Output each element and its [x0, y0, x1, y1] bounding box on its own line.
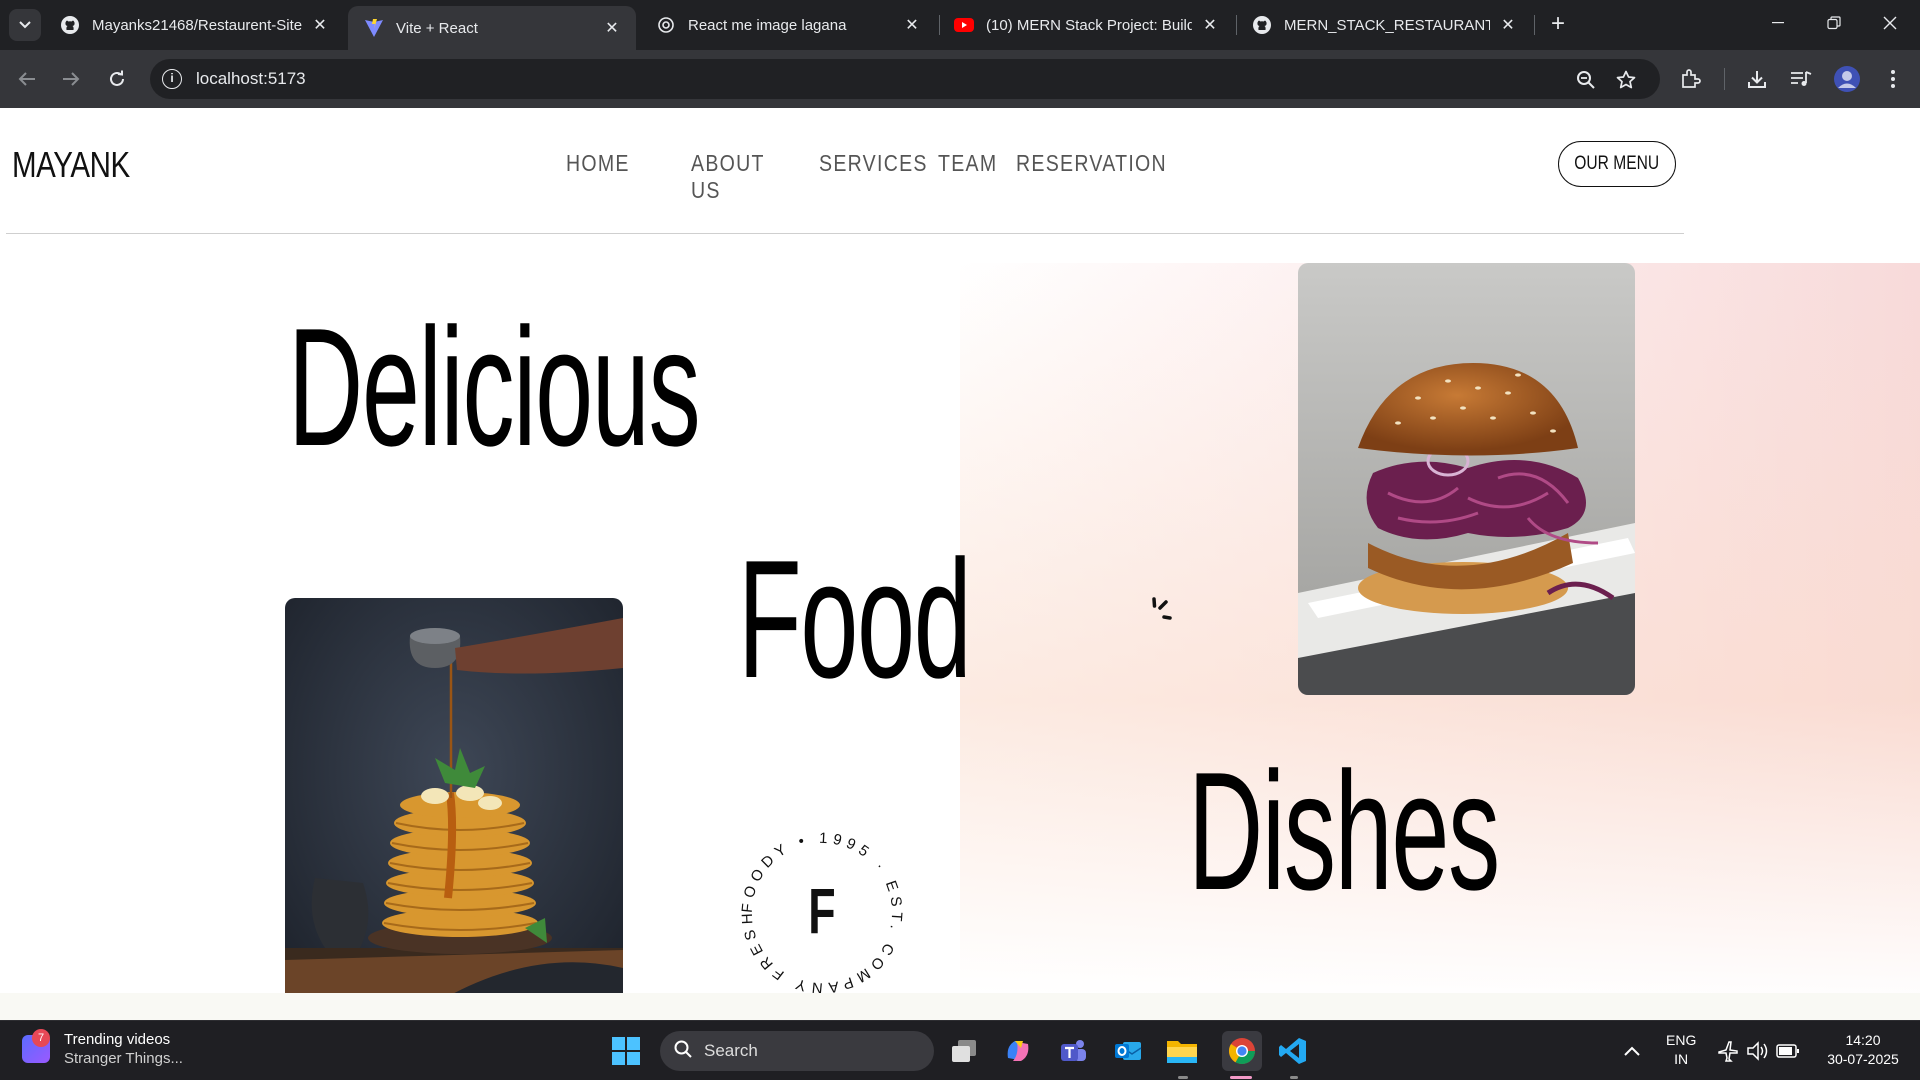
- tab-title: (10) MERN Stack Project: Build a: [986, 16, 1192, 34]
- zoom-icon[interactable]: [1574, 68, 1598, 92]
- tab-react-image[interactable]: React me image lagana ✕: [640, 0, 936, 50]
- new-tab-button[interactable]: +: [1544, 11, 1572, 39]
- our-menu-button[interactable]: OUR MENU: [1558, 141, 1676, 187]
- tab-separator: [1534, 15, 1535, 35]
- search-placeholder: Search: [704, 1041, 758, 1060]
- file-explorer-icon[interactable]: [1166, 1035, 1198, 1067]
- language-indicator[interactable]: ENG IN: [1666, 1031, 1696, 1069]
- language-code: ENG: [1666, 1032, 1697, 1048]
- extensions-icon[interactable]: [1678, 66, 1704, 92]
- nav-home[interactable]: HOME: [566, 150, 672, 204]
- widgets-icon: 7: [22, 1029, 50, 1063]
- tab-title: Mayanks21468/Restaurent-Site: [92, 16, 302, 34]
- region-code: IN: [1674, 1051, 1689, 1067]
- stamp-letter: F: [808, 875, 835, 947]
- url-text[interactable]: localhost:5173: [196, 69, 306, 89]
- address-bar[interactable]: i localhost:5173: [150, 59, 1660, 99]
- site-header: MAYANK HOME ABOUT US SERVICES TEAM RESER…: [6, 108, 1684, 234]
- browser-tab-bar: Mayanks21468/Restaurent-Site ✕ Vite + Re…: [0, 0, 1920, 50]
- nav-reservation[interactable]: RESERVATION: [1016, 150, 1166, 204]
- site-logo[interactable]: MAYANK: [12, 144, 130, 186]
- nav-services[interactable]: SERVICES: [819, 150, 926, 204]
- chevron-up-icon[interactable]: [1616, 1035, 1648, 1067]
- tab-title: MERN_STACK_RESTAURANT_RE: [1284, 16, 1490, 34]
- reload-icon[interactable]: [102, 64, 132, 94]
- vite-icon: [364, 18, 384, 38]
- tab-github-restaurant[interactable]: Mayanks21468/Restaurent-Site ✕: [44, 0, 344, 50]
- media-control-icon[interactable]: [1788, 66, 1814, 92]
- browser-toolbar: i localhost:5173: [0, 50, 1920, 108]
- forward-arrow-icon[interactable]: [56, 64, 86, 94]
- vscode-running-indicator: [1290, 1076, 1298, 1079]
- close-icon[interactable]: ✕: [902, 15, 922, 35]
- site-info-icon[interactable]: i: [162, 69, 182, 89]
- clock[interactable]: 14:20 30-07-2025: [1818, 1031, 1908, 1069]
- chatgpt-icon: [656, 15, 676, 35]
- chrome-icon[interactable]: [1222, 1031, 1262, 1071]
- volume-icon[interactable]: [1742, 1035, 1774, 1067]
- search-icon: [674, 1040, 692, 1063]
- hero-word-delicious: Delicious: [288, 293, 701, 481]
- teams-icon[interactable]: [1057, 1035, 1089, 1067]
- windows-start-icon[interactable]: [610, 1035, 642, 1067]
- widget-subtitle: Stranger Things...: [64, 1050, 183, 1067]
- kebab-menu-icon[interactable]: [1880, 66, 1906, 92]
- main-nav: HOME ABOUT US SERVICES TEAM RESERVATION: [566, 150, 1166, 204]
- windows-taskbar: 7 Trending videos Stranger Things... Sea…: [0, 1020, 1920, 1080]
- battery-icon[interactable]: [1772, 1035, 1804, 1067]
- tab-search-button[interactable]: [9, 9, 41, 41]
- close-icon[interactable]: ✕: [1200, 15, 1220, 35]
- minimize-button[interactable]: [1750, 0, 1806, 46]
- clock-time: 14:20: [1845, 1032, 1881, 1048]
- youtube-icon: [954, 15, 974, 35]
- vscode-icon[interactable]: [1277, 1035, 1309, 1067]
- airplane-mode-icon[interactable]: [1712, 1035, 1744, 1067]
- explorer-running-indicator: [1178, 1076, 1188, 1079]
- tab-github-mern[interactable]: MERN_STACK_RESTAURANT_RE ✕: [1236, 0, 1532, 50]
- download-icon[interactable]: [1744, 66, 1770, 92]
- outlook-icon[interactable]: [1112, 1035, 1144, 1067]
- close-icon[interactable]: ✕: [602, 18, 622, 38]
- next-section-edge: [0, 993, 1920, 1020]
- profile-avatar[interactable]: [1834, 66, 1860, 92]
- close-window-button[interactable]: [1862, 0, 1918, 46]
- close-icon[interactable]: ✕: [310, 15, 330, 35]
- copilot-icon[interactable]: [1002, 1035, 1034, 1067]
- nav-team[interactable]: TEAM: [938, 150, 1004, 204]
- tab-youtube-mern[interactable]: (10) MERN Stack Project: Build a ✕: [938, 0, 1234, 50]
- widget-title: Trending videos: [64, 1031, 171, 1048]
- toolbar-separator: [1724, 68, 1725, 90]
- nav-about-us[interactable]: ABOUT US: [691, 150, 800, 204]
- chrome-active-indicator: [1230, 1076, 1252, 1079]
- burger-image: [1298, 263, 1635, 695]
- hero-word-dishes: Dishes: [1188, 737, 1500, 925]
- hero-section: Delicious Food Dishes FOODY • 1995 · EST…: [0, 263, 1920, 1020]
- hero-word-food: Food: [738, 525, 972, 713]
- github-icon: [1252, 15, 1272, 35]
- taskbar-search[interactable]: Search: [660, 1031, 934, 1071]
- notification-badge: 7: [32, 1029, 50, 1047]
- tab-vite-react[interactable]: Vite + React ✕: [348, 6, 636, 50]
- tab-title: Vite + React: [396, 19, 478, 37]
- clock-date: 30-07-2025: [1827, 1051, 1899, 1067]
- restore-button[interactable]: [1806, 0, 1862, 46]
- web-page: MAYANK HOME ABOUT US SERVICES TEAM RESER…: [0, 108, 1920, 1020]
- close-icon[interactable]: ✕: [1498, 15, 1518, 35]
- pancake-image: [285, 598, 623, 1020]
- widgets-button[interactable]: 7 Trending videos Stranger Things...: [22, 1029, 183, 1067]
- foody-stamp-badge: FOODY • 1995 · EST. COMPANY FRESH F: [732, 823, 912, 1003]
- our-menu-label: OUR MENU: [1574, 153, 1660, 174]
- tab-title: React me image lagana: [688, 16, 847, 34]
- loading-spinner-icon: [1146, 595, 1186, 640]
- back-arrow-icon[interactable]: [12, 64, 42, 94]
- bookmark-star-icon[interactable]: [1614, 68, 1638, 92]
- task-view-icon[interactable]: [948, 1035, 980, 1067]
- github-icon: [60, 15, 80, 35]
